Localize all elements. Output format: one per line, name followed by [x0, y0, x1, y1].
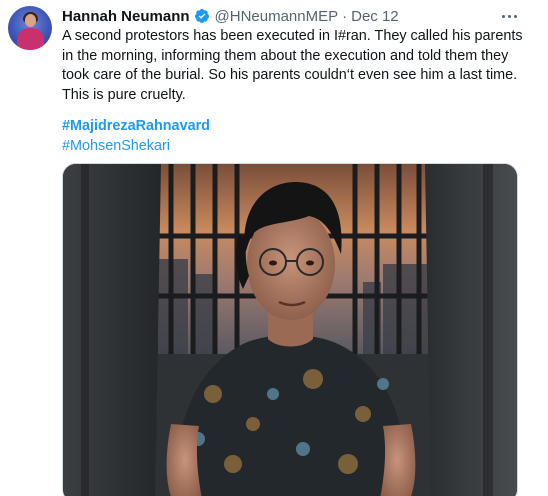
tweet-text: A second protestors has been executed in… [62, 28, 523, 103]
author-handle[interactable]: @HNeumannMEP [215, 8, 339, 25]
tweet-card[interactable]: Hannah Neumann @HNeumannMEP · Dec 12 A s… [0, 0, 548, 496]
tweet-header: Hannah Neumann @HNeumannMEP · Dec 12 [62, 7, 399, 25]
author-name[interactable]: Hannah Neumann [62, 8, 190, 25]
hashtag-link[interactable]: #MajidrezaRahnavard [62, 117, 210, 137]
author-avatar[interactable] [8, 6, 52, 50]
avatar-face-shape [25, 14, 36, 27]
portrait-illustration [63, 164, 517, 496]
more-dot [501, 14, 505, 18]
more-options-icon[interactable] [494, 6, 524, 26]
tweet-hashtags: #MajidrezaRahnavard #MohsenShekari [62, 117, 210, 156]
verified-badge-icon [194, 9, 209, 23]
tweet-date[interactable]: Dec 12 [351, 8, 399, 25]
more-dot [507, 14, 511, 18]
hashtag-link[interactable]: #MohsenShekari [62, 137, 210, 157]
avatar-body-shape [17, 28, 44, 50]
tweet-media-image[interactable] [62, 163, 518, 496]
more-dot [513, 14, 517, 18]
header-separator: · [342, 7, 348, 25]
